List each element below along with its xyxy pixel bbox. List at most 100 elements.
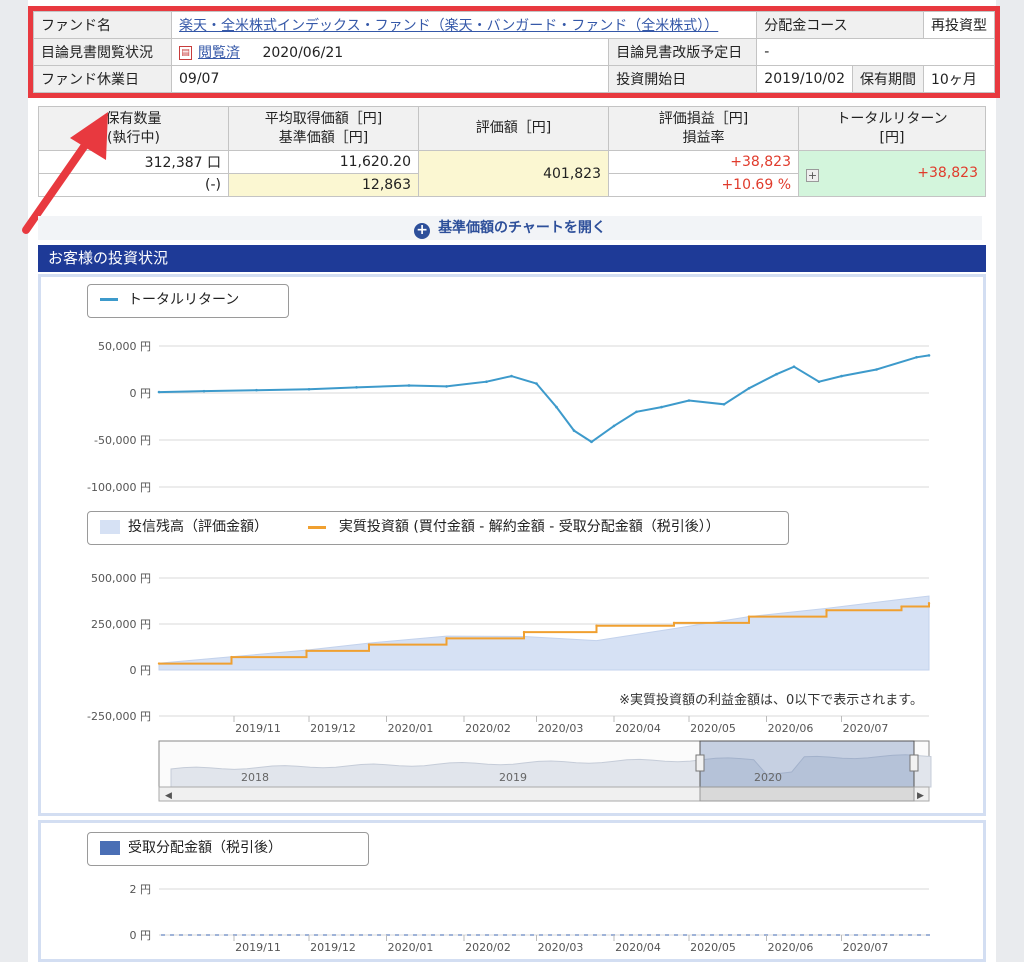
scrollbar-right-icon: ▶	[917, 791, 924, 801]
total-return-point	[915, 355, 918, 359]
investment-panel: トータルリターン 投信残高（評価金額） 実質投資額 (買付金額 - 解約金額 -…	[38, 274, 986, 816]
total-return-point	[355, 386, 358, 389]
fund-info-table: ファンド名 楽天・全米株式インデックス・ファンド（楽天・バンガード・ファンド（全…	[33, 11, 995, 93]
total-return-point	[255, 388, 258, 392]
total-return-point	[875, 368, 878, 371]
dist-course-label: 分配金コース	[756, 11, 924, 39]
page: ファンド名 楽天・全米株式インデックス・ファンド（楽天・バンガード・ファンド（全…	[22, 0, 1000, 962]
total-return-value: +38,823	[917, 165, 978, 181]
col-avg-header: 平均取得価額［円] 基準価額［円]	[228, 106, 419, 151]
start-date-value: 2019/10/02	[757, 66, 854, 92]
tr-y-tick-label: 50,000 円	[98, 340, 151, 353]
avg-price-value: 11,620.20	[228, 150, 419, 174]
plus-circle-icon: +	[414, 223, 431, 239]
investment-chart[interactable]: 50,000 円 0 円 -50,000 円 -100,000 円 500,000 円 2…	[41, 277, 983, 813]
total-return-point	[687, 399, 691, 402]
open-nav-chart-button[interactable]: + 基準価額のチャートを開く	[38, 216, 982, 240]
bal-y-tick-label: 250,000 円	[91, 618, 151, 631]
total-return-point	[485, 380, 488, 384]
total-return-point	[722, 402, 726, 406]
total-return-point	[445, 385, 448, 388]
holiday-label: ファンド休業日	[33, 65, 172, 93]
invested-point	[367, 643, 371, 646]
bal-x-tick-label: 2020/06	[768, 722, 814, 735]
navigator-year-label: 2020	[754, 771, 782, 784]
total-return-point	[307, 387, 311, 391]
bal-x-tick-label: 2019/11	[235, 722, 281, 735]
expand-plus-icon[interactable]: +	[806, 169, 819, 182]
bal-y-tick-label: 500,000 円	[91, 572, 151, 585]
prospectus-date: 2020/06/21	[262, 45, 344, 61]
open-nav-chart-label: 基準価額のチャートを開く	[438, 220, 606, 236]
invested-point	[305, 649, 308, 653]
total-return-point	[612, 424, 616, 428]
col-value-header: 評価額［円]	[418, 106, 609, 151]
fund-name-link[interactable]: 楽天・全米株式インデックス・ファンド（楽天・バンガード・ファンド（全米株式））	[179, 18, 718, 34]
prospectus-revision-value: -	[756, 38, 995, 66]
invested-point	[747, 615, 751, 618]
dist-x-tick-label: 2020/07	[843, 941, 889, 954]
dist-x-tick-label: 2020/04	[615, 941, 661, 954]
start-date-label: 投資開始日	[608, 65, 758, 93]
invested-point	[672, 621, 676, 625]
total-return-point	[660, 405, 663, 409]
total-return-point	[202, 389, 206, 393]
prospectus-status-label: 目論見書閲覧状況	[33, 38, 172, 66]
total-return-point	[572, 429, 576, 432]
bal-x-tick-label: 2020/01	[388, 722, 434, 735]
invested-point	[230, 655, 233, 659]
navigator-range	[699, 740, 915, 788]
bal-x-tick-label: 2020/07	[843, 722, 889, 735]
dist-y-tick-label: 0 円	[130, 929, 152, 942]
invested-point	[522, 630, 526, 634]
bal-x-tick-label: 2019/12	[310, 722, 356, 735]
period-label: 保有期間	[852, 66, 923, 92]
total-return-point	[510, 374, 513, 378]
fund-info-box: ファンド名 楽天・全米株式インデックス・ファンド（楽天・バンガード・ファンド（全…	[28, 6, 1000, 98]
bal-x-tick-label: 2020/03	[538, 722, 584, 735]
dist-x-tick-label: 2019/12	[310, 941, 356, 954]
total-return-point	[535, 382, 538, 385]
distribution-chart[interactable]: 2 円 0 円 2019/11 2019/12 2020/01 2020/02 2020/0…	[41, 823, 983, 959]
dist-x-tick-label: 2019/11	[235, 941, 281, 954]
dist-x-tick-label: 2020/01	[388, 941, 434, 954]
navigator-year-label: 2019	[499, 771, 527, 784]
pdf-icon: ▤	[179, 46, 192, 60]
pl-value: +38,823	[608, 150, 799, 174]
dist-x-tick-label: 2020/02	[465, 941, 511, 954]
col-pl-header: 評価損益［円] 損益率	[608, 106, 799, 151]
holiday-value: 09/07	[170, 65, 610, 93]
total-return-point	[927, 354, 931, 357]
dist-x-tick-label: 2020/03	[538, 941, 584, 954]
invested-point	[825, 609, 828, 612]
holdings-table: 保有数量 (執行中) 平均取得価額［円] 基準価額［円] 評価額［円] 評価損益［円…	[38, 106, 986, 197]
bal-x-tick-label: 2020/04	[615, 722, 661, 735]
total-return-point	[817, 380, 821, 384]
tr-y-tick-label: -50,000 円	[94, 434, 151, 447]
total-return-cell: + +38,823	[798, 150, 986, 197]
total-return-point	[555, 405, 558, 409]
bal-x-tick-label: 2020/02	[465, 722, 511, 735]
total-return-line	[158, 354, 930, 444]
total-return-point	[407, 384, 411, 387]
fund-name-label: ファンド名	[33, 11, 172, 39]
distribution-panel: 受取分配金額（税引後） 2 円0 円 2019/11 2019/12 2020/01 2…	[38, 820, 986, 962]
valuation-value: 401,823	[418, 150, 609, 197]
dist-y-tick-label: 2 円	[130, 883, 152, 896]
prospectus-link[interactable]: 閲覧済	[198, 45, 240, 61]
col-total-header: トータルリターン [円]	[798, 106, 986, 151]
total-return-point	[590, 440, 593, 444]
invested-point	[927, 602, 931, 605]
section-title: お客様の投資状況	[38, 245, 986, 272]
tr-y-tick-label: -100,000 円	[87, 481, 151, 494]
scrollbar-thumb	[699, 786, 915, 802]
total-return-point	[775, 372, 778, 376]
invested-point	[595, 624, 598, 628]
note-text: ※実質投資額の利益金額は、0以下で表示されます。	[619, 693, 923, 708]
scrollbar-left-icon: ◀	[165, 791, 172, 801]
invested-point	[157, 662, 161, 665]
total-return-point	[792, 365, 796, 368]
total-return-point	[635, 410, 638, 414]
invested-point	[445, 637, 448, 640]
total-return-point	[157, 390, 161, 394]
